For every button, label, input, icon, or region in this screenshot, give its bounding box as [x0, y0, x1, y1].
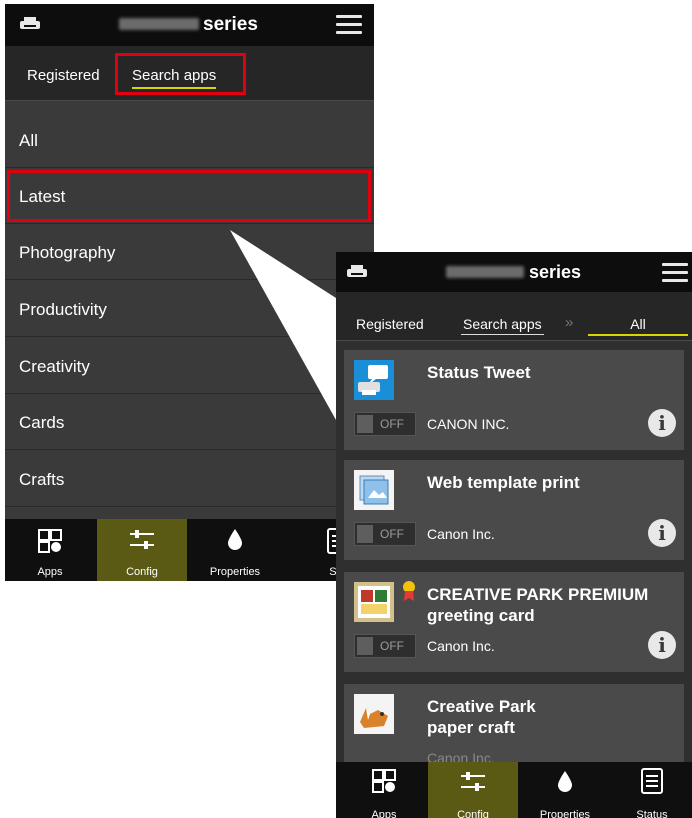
tab-registered[interactable]: Registered	[356, 316, 424, 332]
app-title-line: Creative Park	[427, 697, 536, 716]
app-card[interactable]: Web template print OFF Canon Inc. i	[344, 460, 684, 560]
toggle-label: OFF	[380, 417, 404, 431]
info-icon[interactable]: i	[648, 519, 676, 547]
app-title: Creative Park paper craft	[427, 696, 536, 738]
app-title: Status Tweet	[427, 363, 531, 382]
nav-status[interactable]: Status	[612, 762, 692, 818]
status-tweet-icon	[354, 360, 394, 400]
app-list-screen: series Registered Search apps » All Stat…	[336, 252, 692, 818]
nav-label: Apps	[371, 809, 397, 818]
app-vendor: Canon Inc.	[427, 526, 495, 542]
printer-icon	[346, 264, 368, 280]
toggle-label: OFF	[380, 639, 404, 653]
nav-label: Status	[636, 809, 668, 818]
nav-label: Properties	[539, 809, 591, 818]
app-card[interactable]: Status Tweet OFF CANON INC. i	[344, 350, 684, 450]
tab-bar: Registered Search apps » All	[336, 292, 692, 341]
blurred-model-name	[446, 266, 524, 278]
app-title-line: CREATIVE PARK PREMIUM	[427, 585, 649, 604]
info-icon[interactable]: i	[648, 409, 676, 437]
nav-apps[interactable]: Apps	[344, 762, 424, 818]
sliders-icon	[460, 770, 486, 799]
app-vendor: Canon Inc.	[427, 638, 495, 654]
series-label: series	[529, 262, 582, 282]
app-vendor: CANON INC.	[427, 416, 510, 432]
app-toggle[interactable]: OFF	[354, 634, 416, 658]
app-title-line: greeting card	[427, 606, 535, 625]
app-title-line: paper craft	[427, 718, 515, 737]
toggle-label: OFF	[380, 527, 404, 541]
breadcrumb-separator: »	[565, 314, 574, 331]
nav-label: Config	[457, 809, 489, 818]
nav-config[interactable]: Config	[428, 762, 518, 818]
nav-properties[interactable]: Properties	[524, 762, 606, 818]
header-bar: series	[336, 252, 692, 292]
paper-craft-icon	[354, 694, 394, 734]
app-title: Web template print	[427, 473, 580, 492]
app-toggle[interactable]: OFF	[354, 522, 416, 546]
tab-search-apps[interactable]: Search apps	[461, 316, 544, 335]
app-card[interactable]: CREATIVE PARK PREMIUM greeting card OFF …	[344, 572, 684, 672]
premium-badge-icon	[402, 580, 416, 607]
greeting-card-icon	[354, 582, 394, 622]
status-list-icon	[641, 768, 663, 799]
apps-icon	[371, 768, 397, 799]
web-template-icon	[354, 470, 394, 510]
app-title: CREATIVE PARK PREMIUM greeting card	[427, 584, 648, 626]
ink-drop-icon	[556, 770, 574, 799]
menu-icon[interactable]	[662, 263, 688, 283]
app-toggle[interactable]: OFF	[354, 412, 416, 436]
info-icon[interactable]: i	[648, 631, 676, 659]
bottom-nav: Apps Config Properties Status	[336, 762, 692, 818]
tab-all[interactable]: All	[588, 316, 688, 336]
